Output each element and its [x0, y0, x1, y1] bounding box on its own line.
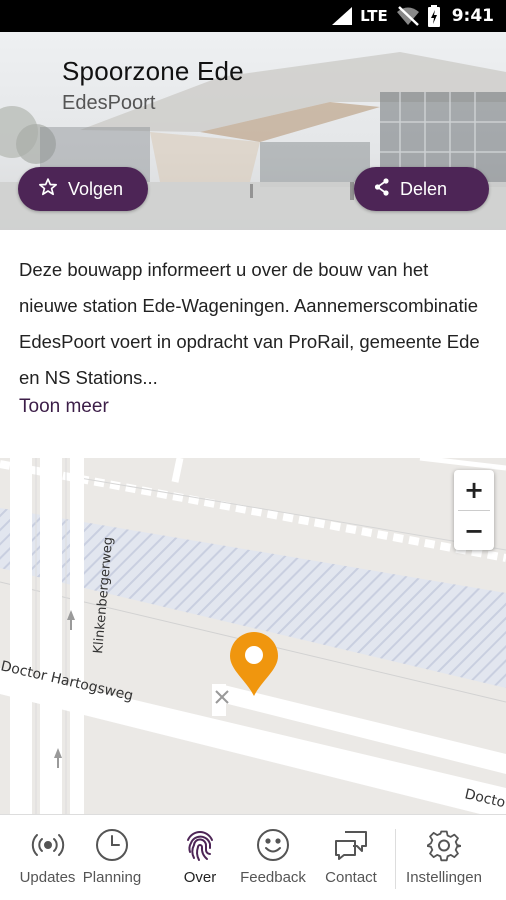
nav-item-planning[interactable]: Planning [73, 815, 151, 900]
nav-label-planning: Planning [82, 869, 142, 886]
page-subtitle: EdesPoort [62, 92, 156, 114]
zoom-out-button[interactable]: − [454, 511, 494, 551]
star-icon [38, 177, 58, 202]
location-marker-icon[interactable] [230, 632, 278, 696]
nav-item-feedback[interactable]: Feedback [233, 815, 313, 900]
page-title: Spoorzone Ede [62, 56, 244, 86]
network-type: LTE [360, 7, 388, 25]
smiley-icon [255, 827, 291, 863]
zoom-controls: + − [454, 470, 494, 550]
clock-time: 9:41 [451, 6, 494, 26]
nav-label-over: Over [183, 869, 217, 886]
bottom-navigation: Updates Planning Over Feedback Contact I… [0, 814, 506, 900]
nav-label-updates: Updates [19, 869, 76, 886]
project-description: Deze bouwapp informeert u over de bouw v… [19, 259, 480, 388]
broadcast-icon [30, 827, 66, 863]
chat-icon [333, 827, 369, 863]
signal-icon [332, 7, 353, 25]
share-icon [374, 177, 390, 201]
nav-item-contact[interactable]: Contact [315, 815, 387, 900]
wifi-off-icon [396, 6, 420, 26]
fingerprint-icon [182, 827, 218, 863]
nav-item-instellingen[interactable]: Instellingen [396, 815, 492, 900]
zoom-in-button[interactable]: + [454, 470, 494, 510]
share-label: Delen [400, 178, 448, 199]
nav-label-feedback: Feedback [240, 869, 306, 886]
nav-label-instellingen: Instellingen [406, 869, 482, 886]
status-bar: LTE 9:41 [0, 0, 506, 32]
map-view[interactable]: Klinkenbergerweg Doctor Hartogsweg Docto… [0, 458, 506, 814]
battery-charging-icon [427, 5, 440, 27]
follow-button[interactable]: Volgen [18, 167, 148, 211]
follow-label: Volgen [68, 178, 124, 199]
show-more-link[interactable]: Toon meer [19, 396, 109, 418]
share-button[interactable]: Delen [354, 167, 489, 211]
clock-icon [94, 827, 130, 863]
project-header: Spoorzone Ede EdesPoort Volgen Delen [0, 32, 506, 230]
gear-icon [426, 827, 462, 863]
nav-label-contact: Contact [325, 869, 377, 886]
nav-item-over[interactable]: Over [169, 815, 231, 900]
